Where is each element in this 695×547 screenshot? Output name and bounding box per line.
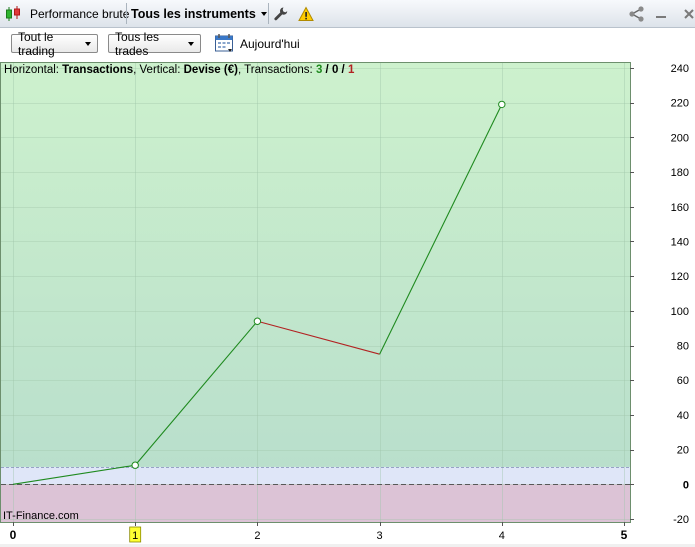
instrument-selector[interactable]: Tous les instruments [131, 0, 267, 27]
horizontal-value: Transactions [62, 64, 134, 76]
vertical-value: Devise (€) [183, 64, 238, 76]
trades-dropdown-label: Tous les trades [115, 29, 160, 58]
separator-slash: / [338, 64, 348, 76]
y-tick-label: 0 [683, 479, 689, 491]
y-tick-label: 140 [671, 236, 689, 248]
y-tick-label: 20 [677, 445, 689, 457]
chevron-down-icon [188, 41, 194, 46]
wrench-icon[interactable] [273, 0, 289, 27]
y-tick-label: 80 [677, 341, 689, 353]
warning-icon[interactable] [298, 0, 314, 27]
y-tick-label: 180 [671, 167, 689, 179]
horizontal-label: Horizontal: [4, 64, 63, 76]
equity-peak-point [131, 461, 139, 469]
candlestick-icon [4, 0, 22, 27]
x-axis-panel [0, 523, 695, 544]
today-label: Aujourd'hui [240, 37, 300, 51]
x-tick-label: 0 [10, 528, 17, 542]
x-tick-label: 3 [377, 530, 383, 542]
performance-chart: -20 0 20 40 60 80 100 120 140 160 180 200 220 240 0 1 2… [0, 62, 695, 544]
minimize-icon[interactable] [655, 0, 667, 27]
y-tick-label: 200 [671, 132, 689, 144]
y-tick-label: 120 [671, 271, 689, 283]
instrument-selector-label: Tous les instruments [131, 6, 256, 21]
chart-info-bar: Horizontal: Transactions, Vertical: Devi… [4, 64, 354, 76]
negative-zone [1, 484, 630, 522]
trades-dropdown[interactable]: Tous les trades [108, 30, 201, 58]
period-dropdown-label: Tout le trading [18, 29, 55, 58]
x-tick-label: 1 [132, 530, 138, 542]
window-titlebar: Performance brute Tous les instruments [0, 0, 695, 28]
window-title: Performance brute [30, 6, 130, 21]
y-tick-label: 60 [677, 375, 689, 387]
equity-peak-point [498, 100, 506, 109]
positive-zone [1, 63, 630, 467]
x-tick-label: 2 [254, 530, 260, 542]
y-tick-label: 160 [671, 202, 689, 214]
calendar-icon [215, 34, 233, 52]
vertical-label: , Vertical: [133, 64, 184, 76]
chevron-down-icon [85, 41, 91, 46]
equity-peak-point [253, 317, 262, 325]
y-tick-label: 40 [677, 410, 689, 422]
y-tick-label: 240 [671, 63, 689, 75]
chevron-down-icon [260, 11, 267, 16]
separator-slash: / [322, 64, 332, 76]
y-tick-label: -20 [673, 514, 689, 526]
y-tick-label: 100 [671, 306, 689, 318]
threshold-band [1, 466, 630, 485]
close-icon[interactable] [683, 0, 695, 27]
toolbar: Tout le trading Tous les trades Aujourd'… [0, 28, 695, 62]
watermark: IT-Finance.com [3, 510, 79, 522]
period-dropdown[interactable]: Tout le trading [11, 30, 98, 58]
losing-count: 1 [347, 64, 355, 76]
transactions-label: , Transactions: [237, 64, 316, 76]
x-tick-label: 5 [621, 528, 628, 542]
today-button[interactable]: Aujourd'hui [214, 33, 300, 55]
y-tick-label: 220 [671, 98, 689, 110]
x-tick-label: 4 [499, 530, 505, 542]
share-icon[interactable] [627, 0, 647, 27]
performance-chart-area: -20 0 20 40 60 80 100 120 140 160 180 200 220 240 0 1 2… [0, 62, 695, 544]
